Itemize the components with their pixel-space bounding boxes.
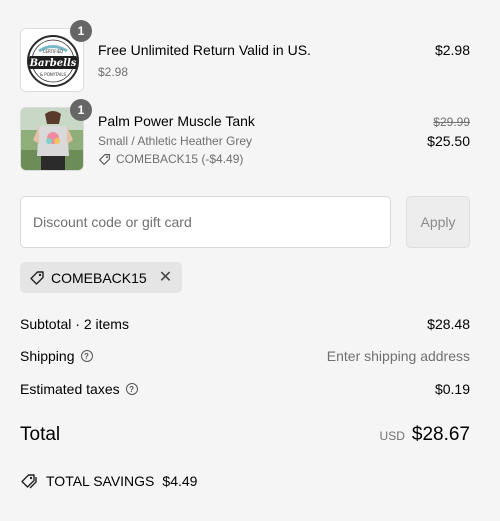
savings-label: TOTAL SAVINGS	[46, 473, 155, 489]
line-item-tank: 1 Palm Power Muscle Tank Small / Athleti…	[20, 99, 470, 171]
item-original-price: $29.99	[433, 115, 470, 129]
question-circle-icon[interactable]: ?	[80, 350, 93, 362]
close-icon[interactable]: ✕	[159, 269, 172, 286]
subtotal-row: Subtotal · 2 items $28.48	[20, 316, 470, 332]
item-discount-text: COMEBACK15 (-$4.49)	[116, 152, 244, 166]
applied-discount-code: COMEBACK15	[51, 269, 147, 286]
item-price: $2.98	[434, 42, 470, 58]
total-amount-group: USD $28.67	[380, 424, 470, 446]
item-variant: $2.98	[98, 65, 129, 79]
price-tags-icon	[21, 474, 37, 489]
logo-main-text: Barbells	[29, 58, 77, 69]
question-circle-icon[interactable]: ?	[125, 383, 138, 395]
tag-icon	[99, 153, 110, 165]
item-price: $25.50	[427, 133, 470, 149]
subtotal-value: $28.48	[427, 316, 470, 332]
applied-discount-chip: COMEBACK15 ✕	[20, 262, 183, 293]
taxes-label: Estimated taxes	[20, 381, 120, 397]
total-amount: $28.67	[411, 424, 470, 445]
total-row: Total USD $28.67	[20, 424, 470, 446]
discount-row: Apply	[20, 196, 470, 248]
shipping-row: Shipping ? Enter shipping address	[20, 348, 470, 364]
savings-amount: $4.49	[162, 473, 198, 489]
shipping-value: Enter shipping address	[326, 348, 470, 364]
shipping-label-group: Shipping ?	[20, 348, 93, 364]
line-item-return: Barbells CERTIFIED & PONYTAILS 1 Free Un…	[20, 20, 470, 92]
quantity-badge: 1	[70, 99, 92, 121]
shipping-label: Shipping	[20, 348, 75, 364]
total-currency: USD	[379, 429, 405, 443]
item-name: Palm Power Muscle Tank	[98, 113, 255, 129]
item-discount: COMEBACK15 (-$4.49)	[98, 152, 243, 166]
tag-icon	[30, 270, 44, 285]
discount-code-input[interactable]	[20, 196, 391, 248]
total-savings: TOTAL SAVINGS $4.49	[20, 473, 197, 489]
item-variant: Small / Athletic Heather Grey	[98, 134, 253, 148]
item-name: Free Unlimited Return Valid in US.	[98, 42, 311, 58]
taxes-value: $0.19	[434, 381, 470, 397]
subtotal-label: Subtotal · 2 items	[20, 316, 129, 332]
logo-top-text: CERTIFIED	[43, 49, 64, 54]
logo-bottom-text: & PONYTAILS	[40, 72, 67, 77]
quantity-badge: 1	[70, 20, 92, 42]
apply-button[interactable]: Apply	[406, 196, 470, 248]
taxes-label-group: Estimated taxes ?	[20, 381, 138, 397]
total-label: Total	[20, 424, 61, 445]
taxes-row: Estimated taxes ? $0.19	[20, 381, 470, 397]
